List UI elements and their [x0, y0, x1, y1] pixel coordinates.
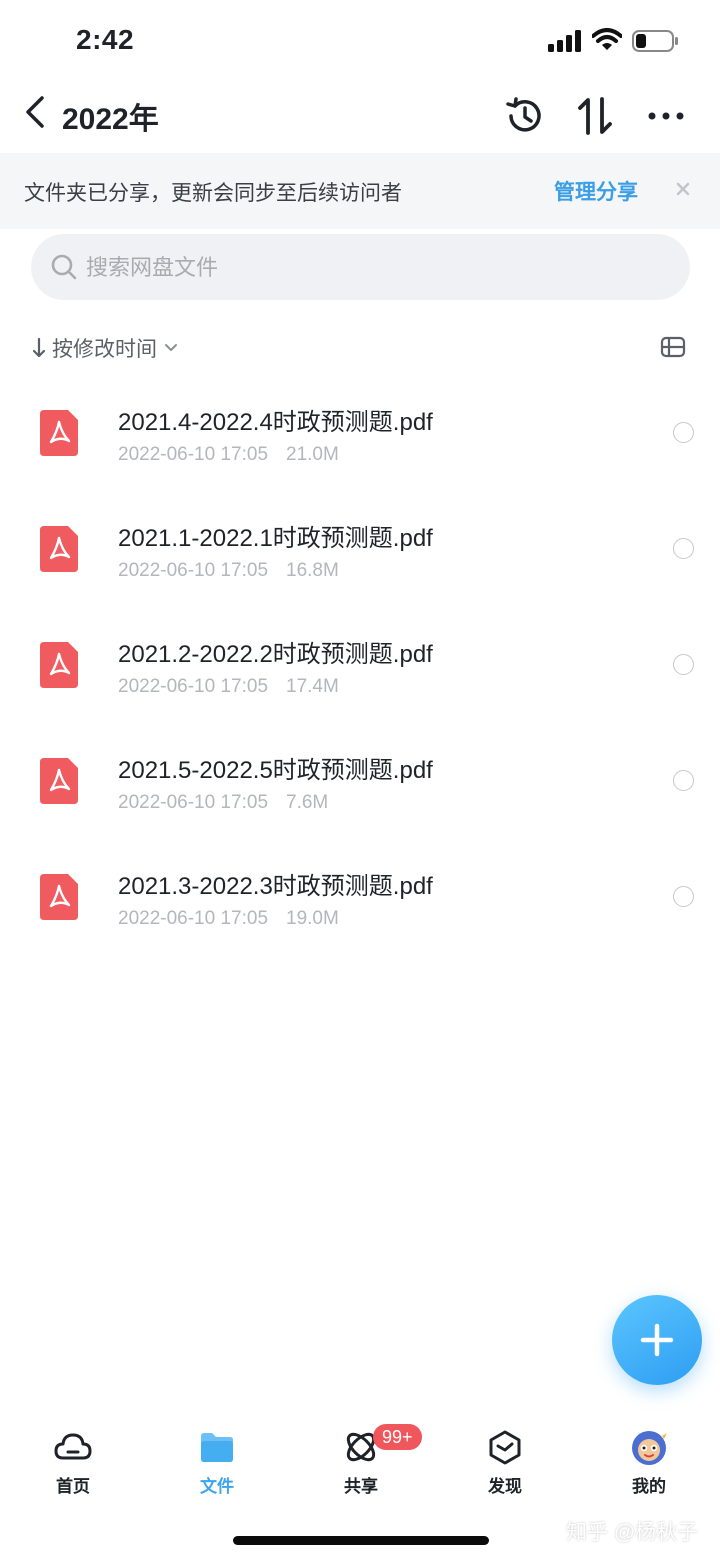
plus-icon	[640, 1323, 674, 1357]
arrow-down-icon	[32, 337, 46, 358]
file-date: 2022-06-10 17:05	[118, 444, 269, 465]
file-meta: 2022-06-10 17:05 16.8M	[118, 560, 357, 582]
pdf-file-icon	[40, 874, 78, 920]
signal-icon	[548, 30, 581, 52]
watermark: 知乎 @杨秋子	[566, 1521, 699, 1544]
search-input[interactable]	[84, 244, 648, 292]
nav-share-label: 共享	[344, 1477, 378, 1496]
select-checkbox[interactable]	[673, 770, 694, 791]
file-size: 19.0M	[286, 908, 339, 929]
nav-mine-label: 我的	[632, 1477, 666, 1496]
file-name: 2021.4-2022.4时政预测题.pdf	[118, 409, 433, 436]
file-row[interactable]: 2021.3-2022.3时政预测题.pdf 2022-06-10 17:05 1…	[0, 844, 720, 960]
file-name: 2021.1-2022.1时政预测题.pdf	[118, 525, 433, 552]
list-view-icon[interactable]	[660, 335, 686, 359]
cube-icon	[489, 1430, 521, 1465]
file-size: 16.8M	[286, 560, 339, 581]
page-title: 2022年	[62, 103, 159, 136]
pdf-file-icon	[40, 526, 78, 572]
file-name: 2021.2-2022.2时政预测题.pdf	[118, 641, 433, 668]
nav-home-label: 首页	[56, 1477, 90, 1496]
sort-order-toggle[interactable]: 按修改时间	[32, 332, 179, 364]
sort-icon[interactable]	[574, 95, 618, 137]
manage-share-link[interactable]: 管理分享	[554, 176, 638, 206]
file-size: 17.4M	[286, 676, 339, 697]
file-row[interactable]: 2021.4-2022.4时政预测题.pdf 2022-06-10 17:05 2…	[0, 380, 720, 496]
home-indicator	[233, 1536, 489, 1545]
pdf-file-icon	[40, 642, 78, 688]
pdf-file-icon	[40, 410, 78, 456]
nav-home[interactable]: 首页	[18, 1428, 128, 1500]
history-icon[interactable]	[504, 95, 546, 137]
file-date: 2022-06-10 17:05	[118, 676, 269, 697]
select-checkbox[interactable]	[673, 654, 694, 675]
file-size: 21.0M	[286, 444, 339, 465]
select-checkbox[interactable]	[673, 886, 694, 907]
file-size: 7.6M	[286, 792, 329, 813]
folder-icon	[201, 1433, 233, 1462]
file-meta: 2022-06-10 17:05 19.0M	[118, 908, 357, 930]
nav-discover-label: 发现	[488, 1477, 522, 1496]
file-meta: 2022-06-10 17:05 21.0M	[118, 444, 357, 466]
close-icon[interactable]	[670, 176, 696, 202]
file-name: 2021.5-2022.5时政预测题.pdf	[118, 757, 433, 784]
battery-icon	[632, 30, 678, 52]
file-row[interactable]: 2021.2-2022.2时政预测题.pdf 2022-06-10 17:05 1…	[0, 612, 720, 728]
back-button[interactable]	[18, 92, 54, 132]
sort-order-label: 按修改时间	[52, 338, 157, 361]
pdf-file-icon	[40, 758, 78, 804]
nav-discover[interactable]: 发现	[450, 1428, 560, 1500]
wifi-icon	[592, 28, 622, 50]
file-date: 2022-06-10 17:05	[118, 560, 269, 581]
file-row[interactable]: 2021.5-2022.5时政预测题.pdf 2022-06-10 17:05 7…	[0, 728, 720, 844]
select-checkbox[interactable]	[673, 538, 694, 559]
file-date: 2022-06-10 17:05	[118, 908, 269, 929]
cloud-icon	[54, 1433, 92, 1460]
avatar	[632, 1431, 667, 1465]
status-time: 2:42	[76, 24, 135, 55]
file-date: 2022-06-10 17:05	[118, 792, 269, 813]
search-icon	[51, 254, 77, 280]
add-button[interactable]	[612, 1295, 702, 1385]
nav-files-label: 文件	[200, 1477, 234, 1496]
nav-mine[interactable]: 我的	[594, 1428, 704, 1500]
chevron-down-icon	[165, 344, 177, 351]
file-meta: 2022-06-10 17:05 17.4M	[118, 676, 357, 698]
file-row[interactable]: 2021.1-2022.1时政预测题.pdf 2022-06-10 17:05 1…	[0, 496, 720, 612]
share-count-badge: 99+	[373, 1424, 422, 1450]
nav-files[interactable]: 文件	[162, 1428, 272, 1500]
share-notice-text: 文件夹已分享，更新会同步至后续访问者	[24, 182, 402, 205]
select-checkbox[interactable]	[673, 422, 694, 443]
file-meta: 2022-06-10 17:05 7.6M	[118, 792, 346, 814]
file-name: 2021.3-2022.3时政预测题.pdf	[118, 873, 433, 900]
more-icon[interactable]	[646, 100, 686, 132]
